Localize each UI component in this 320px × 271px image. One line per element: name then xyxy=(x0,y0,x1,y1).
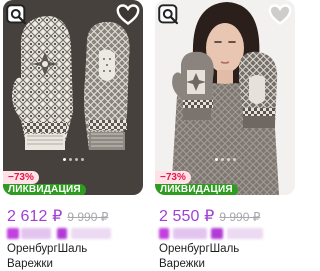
price-row: 2 612 ₽ 9 990 ₽ xyxy=(7,206,108,226)
promo-badge: ЛИКВИДАЦИЯ xyxy=(3,184,86,195)
blurred-promo-row xyxy=(159,228,269,240)
product-brand[interactable]: ОренбургШаль xyxy=(159,243,239,255)
photo-pagination xyxy=(155,158,295,161)
image-search-button[interactable] xyxy=(158,3,180,24)
product-name[interactable]: Варежки xyxy=(7,258,53,270)
product-photo[interactable]: −73% ЛИКВИДАЦИЯ xyxy=(3,0,143,195)
old-price: 9 990 ₽ xyxy=(67,210,109,224)
discount-badge: −73% xyxy=(155,171,191,184)
favorite-button[interactable] xyxy=(116,3,140,25)
current-price: 2 612 ₽ xyxy=(7,208,63,225)
pagination-dot xyxy=(62,158,66,161)
image-search-icon xyxy=(6,3,27,24)
old-price: 9 990 ₽ xyxy=(219,210,261,224)
pagination-dot xyxy=(80,158,84,161)
image-search-icon xyxy=(158,3,179,24)
product-card[interactable]: −73% ЛИКВИДАЦИЯ 2 612 ₽ 9 990 ₽ Оренбург… xyxy=(3,0,143,271)
pagination-dot xyxy=(220,158,224,161)
pagination-dot xyxy=(214,158,218,161)
pagination-dot xyxy=(74,158,78,161)
pagination-dot xyxy=(68,158,72,161)
product-photo[interactable]: −73% ЛИКВИДАЦИЯ xyxy=(155,0,295,195)
current-price: 2 550 ₽ xyxy=(159,208,215,225)
promo-badge: ЛИКВИДАЦИЯ xyxy=(155,184,238,195)
discount-badge: −73% xyxy=(3,171,39,184)
heart-icon xyxy=(116,3,140,25)
photo-pagination xyxy=(3,158,143,161)
favorite-button[interactable] xyxy=(268,3,292,25)
price-row: 2 550 ₽ 9 990 ₽ xyxy=(159,206,260,226)
product-brand[interactable]: ОренбургШаль xyxy=(7,243,87,255)
pagination-dot xyxy=(232,158,236,161)
pagination-dot xyxy=(226,158,230,161)
product-name[interactable]: Варежки xyxy=(159,258,205,270)
blurred-promo-row xyxy=(7,228,117,240)
heart-icon xyxy=(268,3,292,25)
product-card[interactable]: −73% ЛИКВИДАЦИЯ 2 550 ₽ 9 990 ₽ Оренбург… xyxy=(155,0,295,271)
image-search-button[interactable] xyxy=(6,3,28,24)
